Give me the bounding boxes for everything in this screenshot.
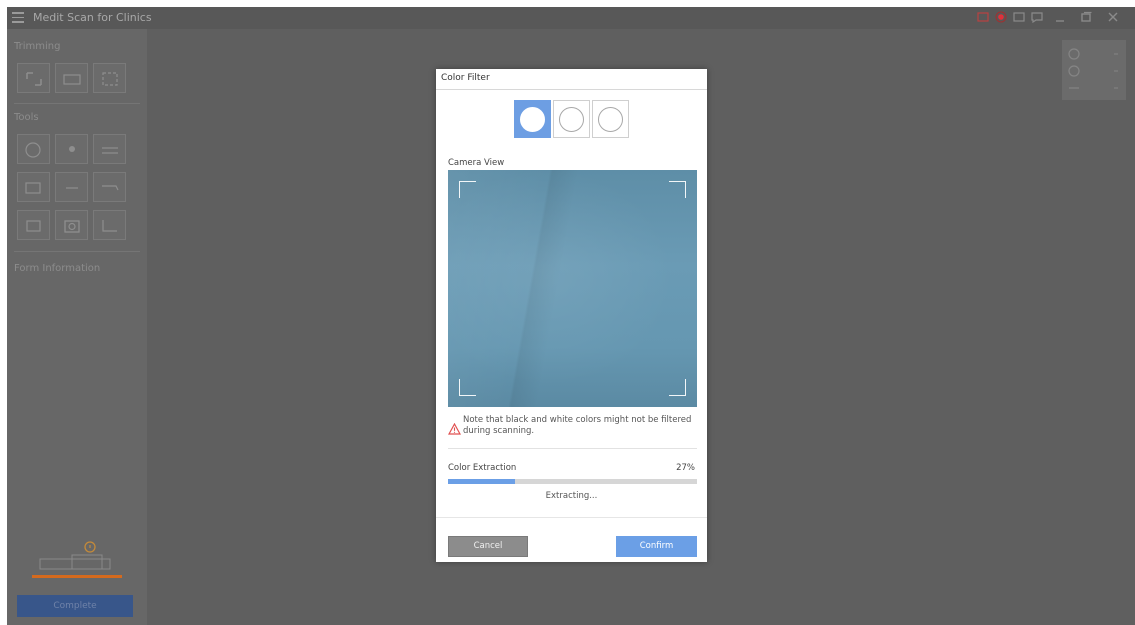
trim-tool-button-2[interactable]: [55, 63, 88, 93]
tool-button-7[interactable]: [17, 210, 50, 240]
tools-section-title: Tools: [14, 112, 39, 123]
record-icon[interactable]: [994, 10, 1008, 24]
confirm-button[interactable]: Confirm: [616, 536, 697, 557]
cut-icon: [102, 185, 119, 191]
tool-button-5[interactable]: [55, 172, 88, 202]
extraction-progress-bar: [448, 479, 697, 484]
extraction-status: Extracting...: [545, 491, 598, 501]
color-extraction-percent: 27%: [676, 463, 695, 473]
trim-tool-button-1[interactable]: [17, 63, 50, 93]
app-window: Medit Scan for Clinics Trimming Tools Fo…: [7, 7, 1135, 625]
hamburger-menu-icon[interactable]: [12, 12, 24, 23]
frame-corner-bottom-right: [669, 379, 686, 396]
form-information-title: Form Information: [14, 263, 101, 274]
screen-icon[interactable]: [1012, 10, 1026, 24]
frame-corner-bottom-left: [459, 379, 476, 396]
stamp-icon: [69, 146, 75, 152]
tool-button-1[interactable]: [17, 134, 50, 164]
camera-view-label: Camera View: [448, 158, 505, 168]
warning-text: Note that black and white colors might n…: [463, 415, 692, 436]
frame-icon: [26, 220, 41, 232]
brush-trim-icon: [63, 74, 81, 85]
title-bar: Medit Scan for Clinics: [7, 7, 1135, 29]
dialog-divider: [448, 448, 697, 449]
chat-icon[interactable]: [1030, 10, 1044, 24]
dialog-footer-divider: [436, 517, 707, 518]
app-title: Medit Scan for Clinics: [33, 11, 152, 24]
trimming-section-title: Trimming: [14, 41, 61, 52]
filter-mode-button-2[interactable]: [553, 100, 590, 138]
tool-button-4[interactable]: [17, 172, 50, 202]
view-controls-icon[interactable]: [1062, 40, 1126, 100]
outline-circle-icon: [559, 107, 584, 132]
warning-triangle-icon: [448, 423, 461, 435]
screen-record-icon[interactable]: [976, 10, 990, 24]
maximize-icon[interactable]: [1079, 10, 1093, 24]
measure-icon: [102, 220, 117, 232]
sidebar-divider: [14, 103, 140, 104]
blend-icon: [25, 182, 41, 194]
camera-view: [448, 170, 697, 407]
filter-mode-button-1[interactable]: [514, 100, 551, 138]
rectangle-trim-icon: [102, 72, 118, 86]
lasso-select-icon: [26, 72, 42, 86]
cancel-button[interactable]: Cancel: [448, 536, 528, 557]
extraction-progress-fill: [448, 479, 516, 484]
align-icon: [102, 147, 118, 154]
close-icon[interactable]: [1106, 10, 1120, 24]
minimize-icon[interactable]: [1053, 10, 1067, 24]
frame-corner-top-left: [459, 181, 476, 198]
dialog-title: Color Filter: [441, 73, 490, 83]
sidebar: Trimming Tools Form Information Complete: [7, 29, 147, 625]
tool-button-9[interactable]: [93, 210, 126, 240]
filter-mode-button-3[interactable]: [592, 100, 629, 138]
scan-progress-illustration: [32, 541, 122, 578]
complete-button[interactable]: Complete: [17, 595, 133, 617]
trim-tool-button-3[interactable]: [93, 63, 126, 93]
tool-button-3[interactable]: [93, 134, 126, 164]
camera-snapshot-icon: [64, 220, 80, 233]
tool-button-8[interactable]: [55, 210, 88, 240]
frame-corner-top-right: [669, 181, 686, 198]
empty-circle-icon: [598, 107, 623, 132]
tool-button-2[interactable]: [55, 134, 88, 164]
sidebar-divider: [14, 251, 140, 252]
tool-button-6[interactable]: [93, 172, 126, 202]
fill-holes-icon: [66, 187, 78, 189]
lock-tooth-icon: [25, 142, 41, 158]
filled-circle-icon: [520, 107, 545, 132]
color-extraction-label: Color Extraction: [448, 463, 517, 473]
view-control-panel: [1062, 40, 1126, 100]
dialog-header: Color Filter: [436, 69, 707, 90]
color-filter-dialog: Color Filter Camera View Note that black…: [436, 69, 707, 562]
